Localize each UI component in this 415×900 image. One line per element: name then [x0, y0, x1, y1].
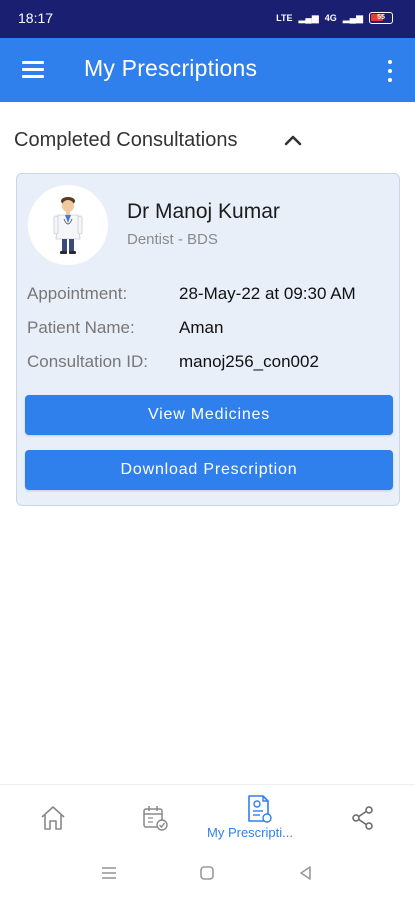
bottom-navigation: My Prescripti...	[0, 784, 415, 846]
consultation-card: Dr Manoj Kumar Dentist - BDS Appointment…	[16, 173, 400, 506]
lte-indicator: LTE	[276, 12, 293, 23]
nav-item-my-prescriptions[interactable]: My Prescripti...	[207, 785, 327, 847]
section-title: Completed Consultations	[14, 129, 238, 151]
consultation-id-label: Consultation ID:	[27, 352, 148, 371]
patient-name-label: Patient Name:	[27, 318, 135, 337]
battery-icon: 55	[369, 12, 393, 24]
consultation-id-value: manoj256_con002	[179, 352, 319, 371]
calendar-check-icon	[143, 806, 168, 831]
signal-icon-2: ▂▄▆	[342, 12, 363, 23]
nav-item-appointments[interactable]	[132, 785, 178, 847]
status-time: 18:17	[18, 10, 54, 26]
app-bar: My Prescriptions	[0, 38, 415, 102]
hamburger-menu-icon[interactable]	[20, 58, 46, 82]
home-button-icon[interactable]	[198, 864, 216, 882]
share-icon	[352, 806, 373, 830]
doctor-illustration-icon	[53, 197, 83, 254]
back-button-icon[interactable]	[297, 864, 315, 882]
view-medicines-button[interactable]: View Medicines	[25, 395, 393, 435]
home-icon	[41, 806, 65, 830]
doctor-specialty: Dentist - BDS	[127, 231, 218, 248]
prescription-icon	[248, 795, 272, 823]
nav-label-my-prescriptions: My Prescripti...	[207, 825, 293, 840]
nav-item-share[interactable]	[340, 785, 386, 847]
more-vertical-icon[interactable]	[381, 58, 399, 84]
appointment-label: Appointment:	[27, 284, 128, 303]
signal-icon: ▂▄▆	[298, 12, 319, 23]
patient-name-value: Aman	[179, 318, 224, 337]
appointment-value: 28-May-22 at 09:30 AM	[179, 284, 356, 303]
status-indicators: LTE ▂▄▆ 4G ▂▄▆ 55	[276, 9, 393, 27]
doctor-avatar	[28, 185, 108, 265]
page-title: My Prescriptions	[84, 55, 258, 81]
nav-item-home[interactable]	[30, 785, 76, 847]
completed-consultations-toggle[interactable]: Completed Consultations	[14, 128, 314, 154]
download-prescription-button[interactable]: Download Prescription	[25, 450, 393, 490]
status-bar: 18:17 LTE ▂▄▆ 4G ▂▄▆ 55	[0, 0, 415, 38]
system-navigation-bar	[0, 848, 415, 900]
chevron-up-icon	[284, 135, 302, 146]
doctor-name: Dr Manoj Kumar	[127, 200, 280, 223]
recent-apps-icon[interactable]	[100, 864, 118, 882]
network-indicator: 4G	[324, 12, 337, 23]
